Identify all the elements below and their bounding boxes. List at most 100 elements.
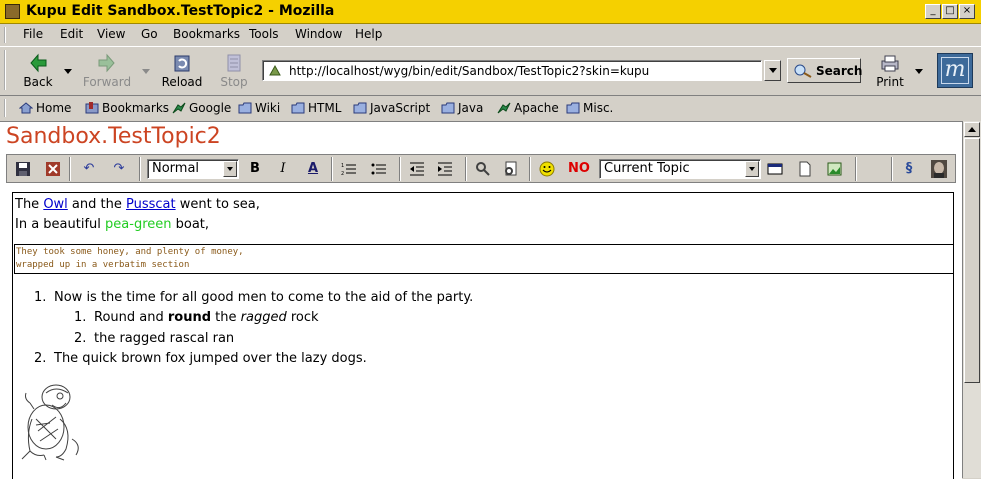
cancel-icon[interactable] [43, 159, 63, 179]
printer-icon [881, 55, 899, 72]
stop-button[interactable]: Stop [216, 53, 252, 89]
stop-icon [227, 54, 241, 72]
undo-icon[interactable]: ↶ [79, 159, 99, 179]
numbered-list-icon[interactable]: 12 [339, 159, 359, 179]
bookmark-google[interactable]: Google [172, 101, 231, 115]
menu-tools[interactable]: Tools [249, 27, 279, 41]
list-item-number: 1. [74, 310, 87, 325]
wiki-link-pusscat[interactable]: Pusscat [126, 197, 176, 212]
indent-icon[interactable] [435, 159, 455, 179]
list-item-number: 1. [34, 290, 47, 305]
paragraph-1: The Owl and the Pusscat went to sea, [15, 197, 260, 212]
svg-text:2: 2 [341, 171, 344, 176]
print-button[interactable]: Print [872, 53, 908, 89]
forward-arrow-icon [98, 53, 115, 73]
svg-text:1: 1 [341, 163, 344, 169]
source-view-icon[interactable]: § [899, 159, 919, 179]
page-title: Sandbox.TestTopic2 [6, 124, 221, 149]
new-page-icon[interactable] [795, 159, 815, 179]
reload-button[interactable]: Reload [160, 53, 204, 89]
bookmark-home[interactable]: Home [19, 101, 71, 115]
bookmark-apache[interactable]: Apache [497, 101, 559, 115]
bookmark-link-icon [497, 102, 511, 114]
paragraph-2: In a beautiful pea-green boat, [15, 217, 210, 232]
bookmark-folder-html[interactable]: HTML [291, 101, 341, 115]
verbatim-block: They took some honey, and plenty of mone… [14, 244, 953, 274]
url-field[interactable]: http://localhost/wyg/bin/edit/Sandbox/Te… [262, 60, 762, 81]
forward-dropdown-icon[interactable] [142, 69, 150, 74]
menu-view[interactable]: View [97, 27, 125, 41]
text-color-button[interactable]: A [303, 159, 323, 179]
window-titlebar: Kupu Edit Sandbox.TestTopic2 - Mozilla _… [0, 0, 981, 24]
vertical-scrollbar[interactable] [962, 121, 981, 478]
menu-bookmarks[interactable]: Bookmarks [173, 27, 240, 41]
toolbar-grip[interactable] [4, 27, 12, 43]
menu-window[interactable]: Window [295, 27, 342, 41]
folder-icon [566, 102, 580, 114]
forward-button[interactable]: Forward [82, 53, 132, 89]
smiley-icon[interactable] [537, 159, 557, 179]
folder-icon [291, 102, 305, 114]
menu-edit[interactable]: Edit [60, 27, 83, 41]
list-item: Now is the time for all good men to come… [54, 290, 474, 305]
insert-picture-icon[interactable] [825, 159, 845, 179]
list-item: the ragged rascal ran [94, 331, 235, 346]
search-icon [794, 64, 812, 78]
scroll-up-button[interactable] [964, 122, 980, 137]
monkey-image[interactable] [16, 379, 84, 461]
wiki-link-owl[interactable]: Owl [43, 197, 67, 212]
scrollbar-thumb[interactable] [964, 138, 980, 383]
minimize-button[interactable]: _ [925, 4, 941, 19]
no-autolink-button[interactable]: NO [565, 159, 593, 179]
folder-icon [441, 102, 455, 114]
back-arrow-icon [30, 53, 47, 73]
url-text: http://localhost/wyg/bin/edit/Sandbox/Te… [289, 64, 650, 78]
mozilla-app-icon[interactable] [5, 4, 20, 19]
table-icon[interactable] [765, 159, 785, 179]
toolbar-grip[interactable] [4, 99, 12, 117]
mozilla-throbber-logo[interactable]: m [937, 53, 973, 88]
chevron-down-icon [769, 68, 777, 73]
close-button[interactable]: × [959, 4, 975, 19]
bold-button[interactable]: B [245, 159, 265, 179]
list-item-number: 2. [74, 331, 87, 346]
outdent-icon[interactable] [407, 159, 427, 179]
window-title: Kupu Edit Sandbox.TestTopic2 - Mozilla [26, 3, 335, 19]
wysiwyg-edit-area[interactable]: The Owl and the Pusscat went to sea, In … [12, 192, 954, 479]
menu-help[interactable]: Help [355, 27, 382, 41]
maximize-button[interactable]: □ [942, 4, 958, 19]
page-proxy-icon[interactable] [268, 64, 282, 77]
menu-file[interactable]: File [23, 27, 43, 41]
insert-image-icon[interactable] [501, 159, 521, 179]
folder-icon [238, 102, 252, 114]
back-dropdown-icon[interactable] [64, 69, 72, 74]
paragraph-style-select[interactable]: Normal [147, 159, 239, 179]
toolbar-grip[interactable] [4, 50, 12, 90]
topic-select[interactable]: Current Topic [599, 159, 761, 179]
bookmark-link-icon [172, 102, 186, 114]
list-item-number: 2. [34, 351, 47, 366]
menu-go[interactable]: Go [141, 27, 158, 41]
bullet-list-icon[interactable] [369, 159, 389, 179]
italic-button[interactable]: I [273, 159, 293, 179]
bookmark-folder-javascript[interactable]: JavaScript [353, 101, 430, 115]
bookmark-folder-misc[interactable]: Misc. [566, 101, 613, 115]
save-icon[interactable] [13, 159, 33, 179]
personal-toolbar: Home Bookmarks Google Wiki HTML JavaScri… [0, 95, 981, 121]
folder-icon [353, 102, 367, 114]
print-dropdown-icon[interactable] [915, 69, 923, 74]
search-button[interactable]: Search [787, 58, 862, 83]
bookmark-folder-java[interactable]: Java [441, 101, 483, 115]
menu-bar: File Edit View Go Bookmarks Tools Window… [0, 25, 981, 45]
navigation-toolbar: Back Forward Reload Stop http://localhos… [0, 46, 981, 95]
home-icon [19, 102, 33, 114]
back-button[interactable]: Back [20, 53, 56, 89]
redo-icon[interactable]: ↷ [109, 159, 129, 179]
url-history-dropdown[interactable] [764, 60, 781, 81]
insert-link-icon[interactable] [473, 159, 493, 179]
list-item: Round and round the ragged rock [94, 310, 319, 325]
bookmark-folder-wiki[interactable]: Wiki [238, 101, 280, 115]
page-content: Sandbox.TestTopic2 ↶ ↷ Normal B I A 12 N… [0, 121, 962, 479]
author-avatar[interactable] [929, 159, 949, 179]
bookmarks-menu[interactable]: Bookmarks [85, 101, 169, 115]
